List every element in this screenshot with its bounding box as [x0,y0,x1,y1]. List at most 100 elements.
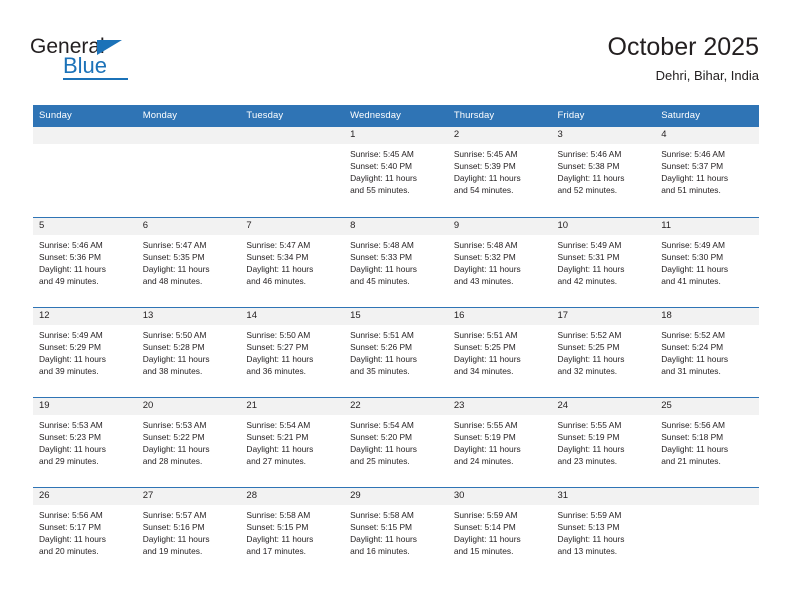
calendar-day-cell[interactable]: 24 Sunrise: 5:55 AM Sunset: 5:19 PM Dayligh… [551,396,656,487]
day-cell-details: Sunrise: 5:48 AM Sunset: 5:32 PM Daylight:… [448,235,552,287]
calendar-day-cell[interactable]: 6 Sunrise: 5:47 AM Sunset: 5:35 PM Daylight… [136,216,241,307]
day-cell-inner: 20 Sunrise: 5:53 AM Sunset: 5:22 PM Dayligh… [136,397,241,487]
daylight-duration-line2: and 20 minutes. [39,545,99,556]
daylight-duration-line2: and 28 minutes. [142,455,203,466]
weekday-header-tuesday: Tuesday [240,105,345,127]
calendar-day-cell[interactable]: 19 Sunrise: 5:53 AM Sunset: 5:23 PM Dayligh… [33,396,137,487]
day-cell-details: Sunrise: 5:50 AM Sunset: 5:27 PM Daylight:… [240,325,344,377]
day-cell-inner: 6 Sunrise: 5:47 AM Sunset: 5:35 PM Daylight… [136,217,241,307]
calendar-day-cell[interactable]: 28 Sunrise: 5:58 AM Sunset: 5:15 PM Dayligh… [240,486,345,577]
daylight-duration-line2: and 29 minutes. [39,455,99,466]
calendar-day-cell[interactable]: 29 Sunrise: 5:58 AM Sunset: 5:15 PM Dayligh… [344,486,448,577]
day-number: 26 [33,487,137,505]
calendar-day-cell[interactable]: 17 Sunrise: 5:52 AM Sunset: 5:25 PM Dayligh… [551,306,656,397]
daylight-duration-line2: and 35 minutes. [350,365,410,376]
day-cell-inner: 14 Sunrise: 5:50 AM Sunset: 5:27 PM Dayligh… [240,307,345,397]
day-number: 4 [655,127,759,144]
day-number: 1 [344,127,448,144]
sunrise-time: Sunrise: 5:59 AM [453,509,518,520]
sunset-time: Sunset: 5:33 PM [350,251,413,262]
sunrise-time: Sunrise: 5:48 AM [350,239,414,250]
day-cell-inner: 29 Sunrise: 5:58 AM Sunset: 5:15 PM Dayligh… [344,487,448,577]
sunset-time: Sunset: 5:17 PM [39,521,101,532]
daylight-duration-line2: and 46 minutes. [246,275,307,286]
calendar-day-cell[interactable]: 13 Sunrise: 5:50 AM Sunset: 5:28 PM Dayligh… [136,306,241,397]
calendar-day-cell[interactable]: 3 Sunrise: 5:46 AM Sunset: 5:38 PM Daylight… [551,127,656,217]
calendar-day-cell[interactable]: 4 Sunrise: 5:46 AM Sunset: 5:37 PM Daylight… [655,127,759,217]
day-cell-inner: 30 Sunrise: 5:59 AM Sunset: 5:14 PM Dayligh… [447,487,552,577]
sunset-time: Sunset: 5:16 PM [142,521,205,532]
daylight-duration-line2: and 55 minutes. [350,185,410,196]
calendar-day-cell[interactable]: 7 Sunrise: 5:47 AM Sunset: 5:34 PM Daylight… [240,216,345,307]
sunrise-time: Sunrise: 5:49 AM [39,329,103,340]
day-cell-inner: 5 Sunrise: 5:46 AM Sunset: 5:36 PM Daylight… [33,217,137,307]
day-number: 30 [447,487,552,505]
daylight-duration-line2: and 23 minutes. [557,455,618,466]
calendar-week-row: 19 Sunrise: 5:53 AM Sunset: 5:23 PM Dayligh… [33,396,759,487]
calendar-day-cell[interactable]: 27 Sunrise: 5:57 AM Sunset: 5:16 PM Dayligh… [136,486,241,577]
calendar-day-cell[interactable]: 23 Sunrise: 5:55 AM Sunset: 5:19 PM Dayligh… [447,396,552,487]
calendar-day-cell[interactable]: 22 Sunrise: 5:54 AM Sunset: 5:20 PM Dayligh… [344,396,448,487]
day-number: 8 [344,217,448,235]
sunrise-time: Sunrise: 5:53 AM [142,419,207,430]
day-cell-inner: 28 Sunrise: 5:58 AM Sunset: 5:15 PM Dayligh… [240,487,345,577]
day-number: 19 [33,397,137,415]
sunrise-time: Sunrise: 5:45 AM [453,149,518,159]
sunrise-time: Sunrise: 5:54 AM [350,419,414,430]
day-cell-details: Sunrise: 5:59 AM Sunset: 5:13 PM Daylight:… [552,505,656,557]
day-number: 27 [136,487,241,505]
weekday-header-friday: Friday [551,105,656,127]
calendar-day-cell[interactable]: 31 Sunrise: 5:59 AM Sunset: 5:13 PM Dayligh… [551,486,656,577]
calendar-day-cell[interactable]: 20 Sunrise: 5:53 AM Sunset: 5:22 PM Dayligh… [136,396,241,487]
sunset-time: Sunset: 5:38 PM [557,161,620,172]
calendar-day-cell[interactable]: 30 Sunrise: 5:59 AM Sunset: 5:14 PM Dayligh… [447,486,552,577]
sunset-time: Sunset: 5:25 PM [557,341,620,352]
calendar-day-cell[interactable]: 16 Sunrise: 5:51 AM Sunset: 5:25 PM Dayligh… [447,306,552,397]
sunset-time: Sunset: 5:28 PM [142,341,205,352]
day-cell-details [33,144,137,148]
day-cell-details: Sunrise: 5:49 AM Sunset: 5:30 PM Daylight:… [655,235,759,287]
daylight-duration-line1: Daylight: 11 hours [142,353,210,364]
general-blue-logo[interactable]: General Blue [30,36,190,82]
day-number: 12 [33,307,137,325]
sunrise-time: Sunrise: 5:59 AM [557,509,622,520]
day-number [655,487,759,505]
calendar-day-cell[interactable]: 9 Sunrise: 5:48 AM Sunset: 5:32 PM Daylight… [447,216,552,307]
day-cell-details: Sunrise: 5:59 AM Sunset: 5:14 PM Daylight:… [448,505,552,557]
day-number: 7 [240,217,345,235]
calendar-day-cell[interactable]: 26 Sunrise: 5:56 AM Sunset: 5:17 PM Dayligh… [33,486,137,577]
daylight-duration-line2: and 32 minutes. [557,365,618,376]
sunset-time: Sunset: 5:37 PM [661,161,724,172]
day-cell-inner: 16 Sunrise: 5:51 AM Sunset: 5:25 PM Dayligh… [447,307,552,397]
calendar-day-cell[interactable]: 11 Sunrise: 5:49 AM Sunset: 5:30 PM Dayligh… [655,216,759,307]
calendar-day-cell[interactable]: 1 Sunrise: 5:45 AM Sunset: 5:40 PM Daylight… [344,127,448,217]
sunset-time: Sunset: 5:39 PM [453,161,516,172]
calendar-day-cell[interactable]: 14 Sunrise: 5:50 AM Sunset: 5:27 PM Dayligh… [240,306,345,397]
day-cell-inner: 23 Sunrise: 5:55 AM Sunset: 5:19 PM Dayligh… [447,397,552,487]
day-number: 31 [551,487,656,505]
calendar-day-cell[interactable]: 18 Sunrise: 5:52 AM Sunset: 5:24 PM Dayligh… [655,306,759,397]
day-cell-inner: 19 Sunrise: 5:53 AM Sunset: 5:23 PM Dayligh… [33,397,137,487]
daylight-duration-line1: Daylight: 11 hours [350,263,417,274]
calendar-day-cell[interactable]: 25 Sunrise: 5:56 AM Sunset: 5:18 PM Dayligh… [655,396,759,487]
sunset-time: Sunset: 5:31 PM [557,251,620,262]
calendar-day-cell[interactable]: 21 Sunrise: 5:54 AM Sunset: 5:21 PM Dayligh… [240,396,345,487]
sunset-time: Sunset: 5:14 PM [453,521,516,532]
day-number: 9 [447,217,552,235]
day-number: 21 [240,397,345,415]
day-cell-details: Sunrise: 5:57 AM Sunset: 5:16 PM Daylight:… [137,505,241,557]
day-cell-details: Sunrise: 5:45 AM Sunset: 5:40 PM Daylight:… [344,144,448,196]
calendar-day-cell[interactable]: 15 Sunrise: 5:51 AM Sunset: 5:26 PM Dayligh… [344,306,448,397]
calendar-day-cell[interactable]: 2 Sunrise: 5:45 AM Sunset: 5:39 PM Daylight… [447,127,552,217]
day-cell-details: Sunrise: 5:47 AM Sunset: 5:34 PM Daylight:… [240,235,344,287]
day-cell-details: Sunrise: 5:51 AM Sunset: 5:25 PM Daylight:… [448,325,552,377]
calendar-day-cell[interactable]: 10 Sunrise: 5:49 AM Sunset: 5:31 PM Dayligh… [551,216,656,307]
calendar-day-cell[interactable]: 5 Sunrise: 5:46 AM Sunset: 5:36 PM Daylight… [33,216,137,307]
calendar-day-cell[interactable]: 8 Sunrise: 5:48 AM Sunset: 5:33 PM Daylight… [344,216,448,307]
sunset-time: Sunset: 5:32 PM [453,251,516,262]
calendar-week-row: 12 Sunrise: 5:49 AM Sunset: 5:29 PM Dayligh… [33,306,759,397]
day-cell-details: Sunrise: 5:51 AM Sunset: 5:26 PM Daylight:… [344,325,448,377]
day-number: 14 [240,307,345,325]
day-cell-inner: 18 Sunrise: 5:52 AM Sunset: 5:24 PM Dayligh… [655,307,759,397]
calendar-day-cell[interactable]: 12 Sunrise: 5:49 AM Sunset: 5:29 PM Dayligh… [33,306,137,397]
